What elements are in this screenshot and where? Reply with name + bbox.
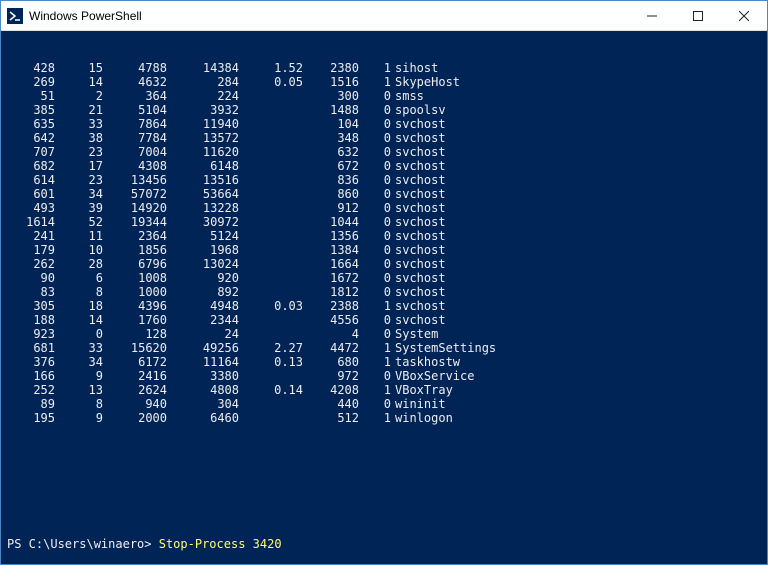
entered-command: Stop-Process 3420 <box>159 537 282 551</box>
table-row: 30518439649480.0323881svchost <box>7 299 761 313</box>
table-row: 428154788143841.5223801sihost <box>7 61 761 75</box>
table-row: 642387784135723480svchost <box>7 131 761 145</box>
table-row: 68217430861486720svchost <box>7 159 761 173</box>
table-row: 2622867961302416640svchost <box>7 257 761 271</box>
table-row: 635337864119401040svchost <box>7 117 761 131</box>
table-row: 385215104393214880spoolsv <box>7 103 761 117</box>
process-list: 428154788143841.5223801sihost26914463228… <box>7 61 761 425</box>
table-row: 838100089218120svchost <box>7 285 761 299</box>
table-row: 188141760234445560svchost <box>7 313 761 327</box>
table-row: 376346172111640.136801taskhostw <box>7 355 761 369</box>
powershell-window: Windows PowerShell 428154788143841.52238… <box>0 0 768 565</box>
minimize-button[interactable] <box>629 1 675 31</box>
table-row: 179101856196813840svchost <box>7 243 761 257</box>
table-row: 92301282440System <box>7 327 761 341</box>
table-row: 6013457072536648600svchost <box>7 187 761 201</box>
table-row: 4933914920132289120svchost <box>7 201 761 215</box>
table-row: 161452193443097210440svchost <box>7 215 761 229</box>
powershell-icon <box>7 8 23 24</box>
table-row: 241112364512413560svchost <box>7 229 761 243</box>
table-row: 6813315620492562.2744721SystemSettings <box>7 341 761 355</box>
table-row: 8989403044400wininit <box>7 397 761 411</box>
maximize-button[interactable] <box>675 1 721 31</box>
table-row: 6142313456135168360svchost <box>7 173 761 187</box>
window-title: Windows PowerShell <box>29 9 142 23</box>
table-row: 707237004116206320svchost <box>7 145 761 159</box>
blank-line <box>7 495 761 509</box>
table-row: 5123642243000smss <box>7 89 761 103</box>
table-row: 2691446322840.0515161SkypeHost <box>7 75 761 89</box>
command-line: PS C:\Users\winaero> Stop-Process 3420 <box>7 537 761 551</box>
table-row: 1959200064605121winlogon <box>7 411 761 425</box>
blank-line <box>7 453 761 467</box>
close-button[interactable] <box>721 1 767 31</box>
prompt-path: PS C:\Users\winaero> <box>7 537 152 551</box>
terminal-area[interactable]: 428154788143841.5223801sihost26914463228… <box>1 31 767 564</box>
table-row: 906100892016720svchost <box>7 271 761 285</box>
table-row: 1669241633809720VBoxService <box>7 369 761 383</box>
titlebar[interactable]: Windows PowerShell <box>1 1 767 31</box>
table-row: 25213262448080.1442081VBoxTray <box>7 383 761 397</box>
